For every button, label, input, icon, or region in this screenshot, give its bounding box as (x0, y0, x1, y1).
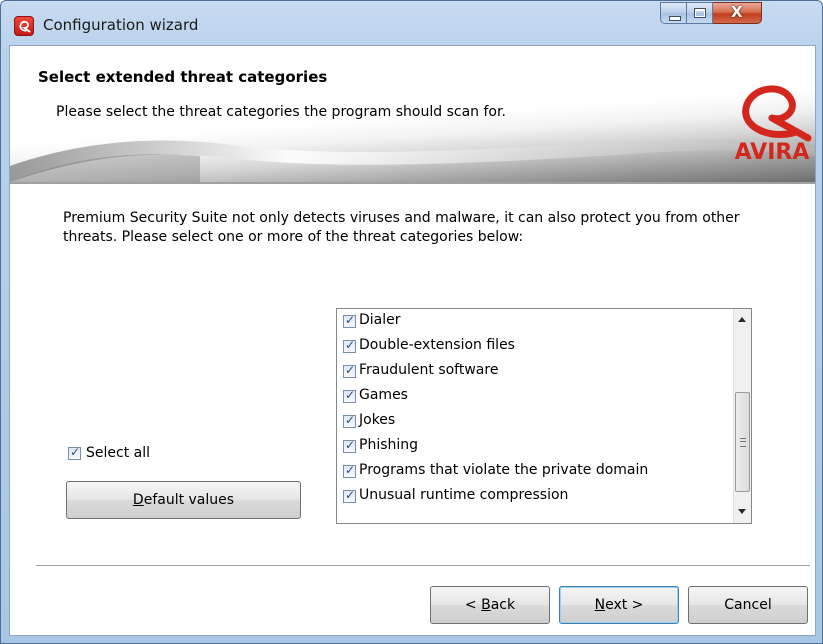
list-scrollbar[interactable] (733, 309, 751, 523)
cancel-button[interactable]: Cancel (688, 586, 808, 624)
avira-logo-text: AVIRA (734, 140, 810, 165)
back-label-pre: < (464, 597, 482, 613)
select-all-label: Select all (86, 445, 150, 461)
list-item-label: Dialer (359, 312, 401, 328)
back-label-post: ack (490, 597, 516, 613)
threat-category-list[interactable]: ✓ Dialer ✓ Double-extension files ✓ Frau… (336, 308, 752, 524)
page-subtitle: Please select the threat categories the … (56, 104, 506, 120)
scroll-up-arrow-icon[interactable] (738, 317, 746, 322)
maximize-button[interactable] (687, 2, 713, 24)
list-item-label: Phishing (359, 437, 419, 453)
list-item-label: Fraudulent software (359, 362, 499, 378)
page-title: Select extended threat categories (38, 68, 328, 86)
window-title: Configuration wizard (43, 16, 199, 34)
minimize-icon (669, 16, 681, 21)
checkmark-icon: ✓ (345, 413, 356, 427)
wizard-window: Configuration wizard X Select extended t… (0, 0, 823, 644)
next-mnemonic: N (594, 597, 606, 613)
checkbox[interactable]: ✓ (343, 413, 356, 428)
title-bar[interactable]: Configuration wizard X (1, 1, 822, 45)
checkbox[interactable]: ✓ (343, 463, 356, 478)
description-text: Premium Security Suite not only detects … (63, 210, 740, 245)
grip-icon (740, 438, 746, 447)
app-logo-glyph (19, 20, 31, 33)
list-item-label: Programs that violate the private domain (359, 462, 649, 478)
checkmark-icon: ✓ (345, 313, 356, 327)
footer-divider (36, 565, 810, 566)
scroll-down-arrow-icon[interactable] (738, 509, 746, 514)
next-button[interactable]: Next > (559, 586, 679, 624)
checkbox[interactable]: ✓ (343, 338, 356, 353)
list-item-label: Jokes (359, 412, 396, 428)
list-item-label: Double-extension files (359, 337, 515, 353)
select-all-check-box[interactable]: ✓ (68, 445, 81, 460)
avira-umbrella-icon[interactable] (14, 16, 34, 36)
avira-logo: AVIRA (732, 80, 812, 176)
checkbox[interactable]: ✓ (343, 363, 356, 378)
back-mnemonic: B (481, 597, 491, 613)
checkmark-icon: ✓ (345, 388, 356, 402)
checkmark-icon: ✓ (345, 463, 356, 477)
checkmark-icon: ✓ (345, 488, 356, 502)
close-icon: X (731, 3, 743, 21)
list-item-label: Games (359, 387, 408, 403)
checkbox[interactable]: ✓ (343, 313, 356, 328)
close-button[interactable]: X (713, 2, 762, 24)
minimize-button[interactable] (660, 2, 687, 24)
wizard-header: Select extended threat categories Please… (10, 46, 815, 182)
checkbox[interactable]: ✓ (343, 438, 356, 453)
checkmark-icon: ✓ (345, 363, 356, 377)
list-item-label: Unusual runtime compression (359, 487, 569, 503)
scrollbar-thumb[interactable] (735, 392, 750, 492)
checkmark-icon: ✓ (70, 445, 81, 459)
avira-umbrella-logo-icon (742, 85, 812, 142)
checkbox[interactable]: ✓ (343, 388, 356, 403)
default-values-label-post: efault values (143, 492, 235, 508)
checkmark-icon: ✓ (345, 338, 356, 352)
back-button[interactable]: < Back (430, 586, 550, 624)
default-values-mnemonic: D (132, 492, 144, 508)
default-values-button[interactable]: Default values (66, 481, 301, 519)
wizard-client-area: Select extended threat categories Please… (9, 45, 816, 636)
maximize-icon (694, 8, 706, 18)
checkbox[interactable]: ✓ (343, 488, 356, 503)
header-divider (10, 182, 815, 184)
checkmark-icon: ✓ (345, 438, 356, 452)
next-label-post: ext > (605, 597, 644, 613)
